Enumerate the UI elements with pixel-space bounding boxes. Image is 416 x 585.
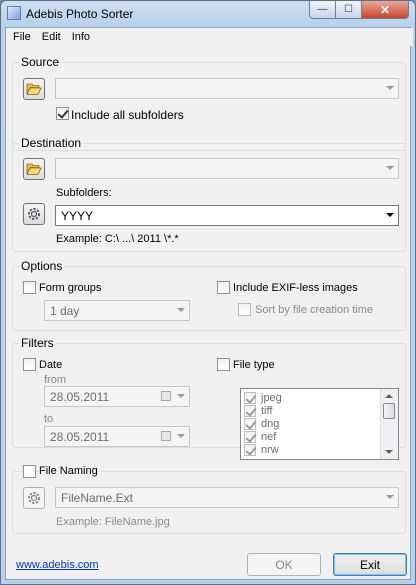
file-naming-legend: File Naming [39, 465, 101, 477]
include-exifless-label: Include EXIF-less images [233, 282, 358, 294]
date-filter-checkbox[interactable] [23, 358, 36, 371]
maximize-icon: ☐ [344, 4, 353, 15]
menu-bar: File Edit Info [6, 28, 413, 46]
to-date-value: 28.05.2011 [50, 430, 110, 444]
file-type-checkbox[interactable] [244, 418, 256, 430]
sort-by-creation-label: Sort by file creation time [255, 304, 373, 316]
options-group: Options Form groups 1 day Include EXIF-l… [12, 259, 406, 331]
subfolders-value: YYYY [61, 209, 94, 223]
from-date-picker[interactable]: 28.05.2011 [44, 386, 190, 407]
naming-pattern-combo[interactable]: FileName.Ext [55, 487, 399, 508]
maximize-button[interactable]: ☐ [336, 1, 362, 19]
chevron-down-icon [177, 434, 185, 438]
list-item[interactable]: dng [243, 418, 383, 431]
file-type-label: nef [261, 431, 277, 443]
minimize-icon: — [317, 4, 328, 15]
menu-info[interactable]: Info [68, 28, 97, 46]
list-item[interactable]: nef [243, 431, 383, 444]
list-item[interactable]: nrw [243, 444, 383, 457]
title-bar[interactable]: Adebis Photo Sorter — ☐ ✕ [1, 1, 415, 26]
exit-button[interactable]: Exit [333, 553, 407, 576]
folder-open-icon [26, 83, 42, 95]
calendar-icon [161, 391, 171, 401]
file-type-list[interactable]: jpeg tiff dng nef nrw [240, 388, 399, 460]
ok-button[interactable]: OK [247, 553, 321, 576]
file-type-checkbox[interactable] [244, 392, 256, 404]
destination-legend: Destination [19, 136, 84, 150]
chevron-down-icon [386, 86, 394, 90]
subfolders-settings-button[interactable] [23, 203, 45, 225]
source-legend: Source [19, 55, 62, 69]
chevron-down-icon [386, 166, 394, 170]
file-type-checkbox[interactable] [244, 405, 256, 417]
chevron-down-icon [386, 213, 394, 217]
group-interval-value: 1 day [50, 304, 80, 318]
naming-pattern-value: FileName.Ext [61, 491, 134, 505]
from-label: from [44, 374, 66, 386]
file-type-label: nrw [261, 444, 279, 456]
file-naming-checkbox[interactable] [23, 465, 36, 478]
chevron-down-icon [177, 394, 185, 398]
scroll-up-icon[interactable] [385, 394, 393, 398]
folder-open-icon [26, 163, 42, 175]
website-link[interactable]: www.adebis.com [16, 559, 99, 571]
destination-example: Example: C:\ ...\ 2011 \*.* [56, 233, 179, 245]
destination-group: Destination Subfolders: YYYY Example: C:… [12, 136, 406, 252]
file-naming-settings-button[interactable] [23, 487, 45, 509]
calendar-icon [161, 431, 171, 441]
close-icon: ✕ [379, 2, 391, 17]
chevron-down-icon [386, 495, 394, 499]
subfolders-combo[interactable]: YYYY [55, 205, 399, 226]
app-icon [7, 6, 21, 20]
list-item[interactable]: jpeg [243, 392, 383, 405]
menu-edit[interactable]: Edit [38, 28, 68, 46]
list-item[interactable]: tiff [243, 405, 383, 418]
file-type-filter-label: File type [233, 359, 275, 371]
file-naming-group: File Naming FileName.Ext Example: FileNa… [12, 465, 406, 534]
source-browse-button[interactable] [23, 78, 45, 100]
to-label: to [44, 413, 54, 425]
minimize-button[interactable]: — [309, 1, 336, 19]
client-area: File Edit Info Source Include all subfol… [5, 27, 413, 580]
from-date-value: 28.05.2011 [50, 390, 110, 404]
to-date-picker[interactable]: 28.05.2011 [44, 426, 190, 447]
gear-icon [28, 492, 40, 504]
app-window: Adebis Photo Sorter — ☐ ✕ File Edit Info… [0, 0, 416, 585]
file-type-checkbox[interactable] [244, 431, 256, 443]
file-type-label: dng [261, 418, 280, 430]
form-groups-label: Form groups [39, 282, 102, 294]
file-naming-example: Example: FileName.jpg [56, 516, 170, 528]
window-controls: — ☐ ✕ [309, 1, 409, 20]
sort-by-creation-checkbox[interactable] [238, 303, 251, 316]
close-button[interactable]: ✕ [362, 1, 409, 19]
options-legend: Options [19, 259, 65, 273]
file-type-checkbox[interactable] [244, 444, 256, 456]
menu-file[interactable]: File [9, 28, 38, 46]
filters-group: Filters Date from 28.05.2011 to 28.05.20… [12, 336, 406, 460]
file-type-label: tiff [261, 405, 273, 417]
file-type-label: jpeg [261, 392, 282, 404]
destination-browse-button[interactable] [23, 158, 45, 180]
destination-path-combo[interactable] [55, 158, 399, 179]
window-title: Adebis Photo Sorter [26, 7, 134, 21]
date-filter-label: Date [39, 359, 63, 371]
include-subfolders-label: Include all subfolders [71, 108, 184, 122]
chevron-down-icon [177, 308, 185, 312]
gear-icon [28, 208, 40, 220]
file-type-scrollbar[interactable] [380, 389, 398, 459]
include-subfolders-checkbox[interactable] [56, 107, 69, 120]
scroll-down-icon[interactable] [385, 450, 393, 454]
filters-legend: Filters [19, 336, 56, 350]
scroll-thumb[interactable] [383, 403, 395, 419]
include-exifless-checkbox[interactable] [217, 281, 230, 294]
group-interval-combo[interactable]: 1 day [44, 300, 190, 321]
subfolders-label: Subfolders: [56, 187, 112, 199]
source-path-combo[interactable] [55, 78, 399, 99]
form-groups-checkbox[interactable] [23, 281, 36, 294]
file-type-filter-checkbox[interactable] [217, 358, 230, 371]
